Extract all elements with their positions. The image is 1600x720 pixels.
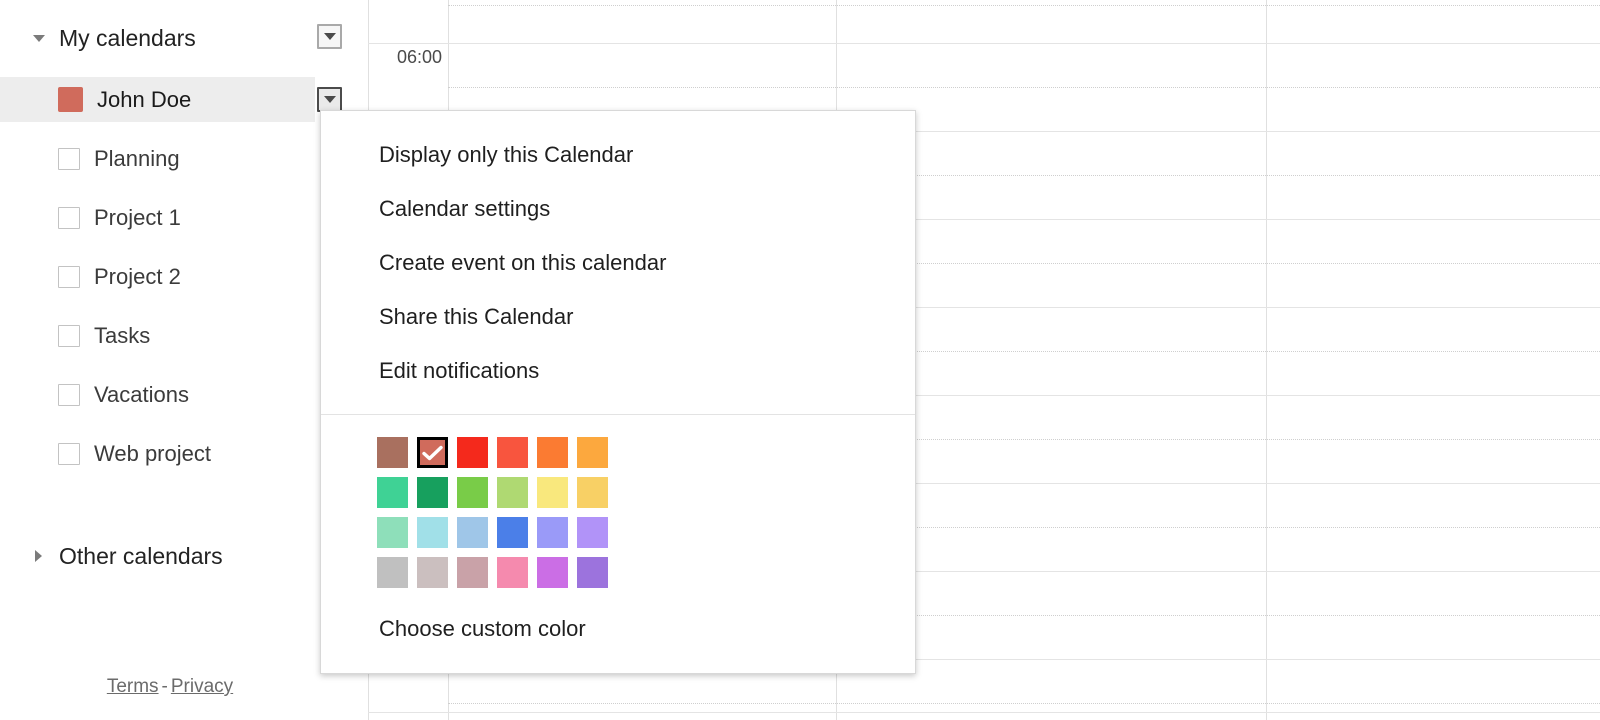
color-swatch[interactable]: [497, 557, 528, 588]
color-swatch-selected[interactable]: [417, 437, 448, 468]
calendar-context-menu: Display only this Calendar Calendar sett…: [320, 110, 916, 674]
sidebar-item-label: Tasks: [94, 322, 151, 348]
grid-half-hour-line: [448, 87, 1600, 88]
menu-item-create-event-on-this-calendar[interactable]: Create event on this calendar: [321, 236, 915, 290]
calendar-visibility-checkbox[interactable]: [58, 206, 80, 229]
color-swatch[interactable]: [457, 437, 488, 468]
calendar-color-swatch[interactable]: [58, 87, 83, 112]
menu-item-calendar-settings[interactable]: Calendar settings: [321, 182, 915, 236]
color-swatch[interactable]: [577, 557, 608, 588]
chevron-down-icon: [323, 96, 336, 103]
color-swatch-grid: [321, 415, 617, 588]
menu-item-choose-custom-color[interactable]: Choose custom color: [321, 602, 915, 656]
sidebar-item-label: John Doe: [97, 86, 192, 112]
my-calendars-options-button[interactable]: [317, 24, 342, 49]
color-swatch[interactable]: [537, 517, 568, 548]
footer-separator: -: [161, 676, 168, 697]
sidebar-item-label: Web project: [94, 440, 211, 466]
sidebar-item-label: Project 1: [94, 204, 181, 230]
color-swatch-row: [377, 557, 617, 588]
my-calendars-title: My calendars: [59, 24, 196, 51]
other-calendars-title: Other calendars: [59, 542, 223, 569]
time-gutter-label: 06:00: [396, 47, 442, 67]
color-swatch[interactable]: [377, 517, 408, 548]
color-swatch[interactable]: [417, 517, 448, 548]
sidebar-item-label: Vacations: [94, 381, 189, 407]
grid-vertical-line: [1266, 0, 1267, 720]
color-swatch[interactable]: [497, 477, 528, 508]
sidebar-item-web-project[interactable]: Web project: [0, 431, 315, 476]
menu-item-share-this-calendar[interactable]: Share this Calendar: [321, 290, 915, 344]
color-swatch[interactable]: [377, 557, 408, 588]
color-swatch-row: [377, 477, 617, 508]
color-swatch-row: [377, 437, 617, 468]
color-swatch[interactable]: [417, 557, 448, 588]
color-swatch[interactable]: [497, 517, 528, 548]
color-swatch[interactable]: [457, 517, 488, 548]
check-icon: [420, 440, 445, 465]
color-swatch[interactable]: [577, 477, 608, 508]
sidebar-item-label: Planning: [94, 145, 180, 171]
privacy-link[interactable]: Privacy: [171, 676, 233, 697]
sidebar-item-label: Project 2: [94, 263, 181, 289]
color-swatch[interactable]: [377, 437, 408, 468]
sidebar-item-project-2[interactable]: Project 2: [0, 254, 315, 299]
calendar-visibility-checkbox[interactable]: [58, 324, 80, 347]
calendar-app-window: 06:00 My calendars John Doe Planning Pro…: [0, 0, 1600, 720]
section-header-other-calendars[interactable]: Other calendars: [0, 536, 223, 576]
chevron-down-icon: [323, 33, 336, 40]
color-swatch[interactable]: [377, 477, 408, 508]
expand-collapse-triangle-icon[interactable]: [33, 34, 45, 42]
color-swatch[interactable]: [577, 517, 608, 548]
color-swatch[interactable]: [537, 437, 568, 468]
calendar-visibility-checkbox[interactable]: [58, 147, 80, 170]
grid-half-hour-line: [448, 5, 1600, 6]
color-swatch[interactable]: [577, 437, 608, 468]
menu-item-edit-notifications[interactable]: Edit notifications: [321, 344, 915, 398]
john-doe-calendar-options-button[interactable]: [317, 87, 342, 112]
footer-links: Terms - Privacy: [0, 676, 340, 698]
color-swatch[interactable]: [537, 477, 568, 508]
grid-hour-line: [368, 43, 1600, 44]
grid-half-hour-line: [448, 703, 1600, 704]
expand-collapse-triangle-icon[interactable]: [35, 550, 42, 562]
sidebar-item-project-1[interactable]: Project 1: [0, 195, 315, 240]
color-swatch[interactable]: [417, 477, 448, 508]
section-header-my-calendars[interactable]: My calendars: [0, 18, 340, 58]
sidebar-item-john-doe[interactable]: John Doe: [0, 77, 315, 122]
color-swatch[interactable]: [537, 557, 568, 588]
color-swatch[interactable]: [457, 477, 488, 508]
color-swatch-row: [377, 517, 617, 548]
sidebar-item-tasks[interactable]: Tasks: [0, 313, 315, 358]
terms-link[interactable]: Terms: [107, 676, 159, 697]
calendar-visibility-checkbox[interactable]: [58, 265, 80, 288]
calendar-visibility-checkbox[interactable]: [58, 383, 80, 406]
calendar-sidebar: My calendars John Doe Planning Project 1…: [0, 0, 342, 720]
color-swatch[interactable]: [497, 437, 528, 468]
color-swatch[interactable]: [457, 557, 488, 588]
sidebar-item-planning[interactable]: Planning: [0, 136, 315, 181]
calendar-visibility-checkbox[interactable]: [58, 442, 80, 465]
sidebar-item-vacations[interactable]: Vacations: [0, 372, 315, 417]
grid-hour-line: [368, 712, 1600, 713]
menu-item-display-only-this-calendar[interactable]: Display only this Calendar: [321, 128, 915, 182]
